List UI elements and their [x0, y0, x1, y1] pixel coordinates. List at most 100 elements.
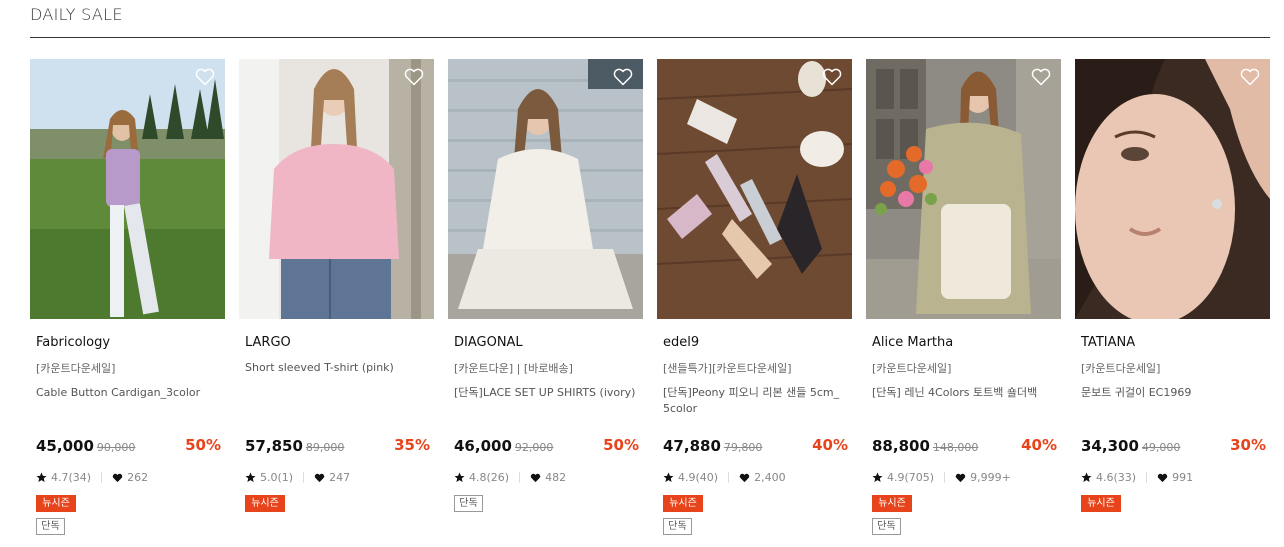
sale-price: 88,800 [872, 437, 930, 455]
original-price: 92,000 [514, 441, 554, 454]
wishlist-heart-icon[interactable] [1240, 68, 1260, 86]
product-brand[interactable]: LARGO [245, 335, 291, 350]
star-icon [245, 472, 256, 482]
badge-group: 뉴시즌 단독 [36, 495, 76, 541]
product-name[interactable]: 문보트 귀걸이 EC1969 [1081, 385, 1267, 401]
stats-divider [944, 472, 946, 483]
rating-value: 4.8(26) [469, 471, 510, 484]
product-list: Fabricology [카운트다운세일] Cable Button Cardi… [30, 59, 1284, 547]
star-icon [454, 472, 465, 482]
product-photo [1075, 59, 1270, 319]
product-brand[interactable]: Alice Martha [872, 335, 953, 350]
like-count: 247 [329, 471, 351, 484]
product-image[interactable] [239, 59, 434, 319]
product-name[interactable]: [단독] 레닌 4Colors 토트백 숄더백 [872, 385, 1058, 401]
product-photo [30, 59, 225, 319]
product-tagline: [카운트다운세일] [1081, 362, 1161, 375]
product-card[interactable]: Alice Martha [카운트다운세일] [단독] 레닌 4Colors 토… [866, 59, 1061, 547]
like-count: 482 [545, 471, 567, 484]
discount-rate: 30% [1230, 436, 1266, 454]
product-image[interactable] [866, 59, 1061, 319]
star-icon [663, 472, 674, 482]
product-brand[interactable]: DIAGONAL [454, 335, 523, 350]
original-price: 79,800 [723, 441, 763, 454]
new-season-badge: 뉴시즌 [245, 495, 285, 512]
price-row: 45,000 90,000 50% [36, 436, 221, 456]
heart-filled-icon [112, 473, 123, 482]
new-season-badge: 뉴시즌 [872, 495, 912, 512]
stats-divider [1146, 472, 1148, 483]
rating-value: 4.6(33) [1096, 471, 1137, 484]
wishlist-heart-icon[interactable] [404, 68, 424, 86]
like-count: 991 [1172, 471, 1194, 484]
heart-filled-icon [955, 473, 966, 482]
wishlist-heart-icon[interactable] [822, 68, 842, 86]
star-icon [1081, 472, 1092, 482]
price-row: 88,800 148,000 40% [872, 436, 1057, 456]
sale-price: 57,850 [245, 437, 303, 455]
discount-rate: 35% [394, 436, 430, 454]
original-price: 89,000 [305, 441, 345, 454]
star-icon [36, 472, 47, 482]
rating-value: 4.9(40) [678, 471, 719, 484]
product-photo [866, 59, 1061, 319]
product-stats: 5.0(1) 247 [245, 471, 350, 484]
new-season-badge: 뉴시즌 [663, 495, 703, 512]
star-icon [872, 472, 883, 482]
wishlist-heart-icon[interactable] [613, 68, 633, 86]
product-stats: 4.7(34) 262 [36, 471, 148, 484]
original-price: 90,000 [96, 441, 136, 454]
discount-rate: 50% [603, 436, 639, 454]
wishlist-heart-icon[interactable] [1031, 68, 1051, 86]
badge-group: 뉴시즌 단독 [872, 495, 912, 541]
product-card[interactable]: TATIANA [카운트다운세일] 문보트 귀걸이 EC1969 34,300 4… [1075, 59, 1270, 547]
badge-group: 뉴시즌 단독 [663, 495, 703, 541]
sale-price: 46,000 [454, 437, 512, 455]
product-name[interactable]: Cable Button Cardigan_3color [36, 385, 222, 401]
product-name[interactable]: [단독]Peony 피오니 리본 샌들 5cm_ 5color [663, 385, 849, 417]
product-tagline: [카운트다운세일] [36, 362, 116, 375]
stats-divider [728, 472, 730, 483]
heart-filled-icon [1157, 473, 1168, 482]
heart-filled-icon [739, 473, 750, 482]
discount-rate: 40% [1021, 436, 1057, 454]
product-image[interactable] [30, 59, 225, 319]
stats-divider [101, 472, 103, 483]
product-image[interactable] [1075, 59, 1270, 319]
product-photo [239, 59, 434, 319]
price-row: 47,880 79,800 40% [663, 436, 848, 456]
original-price: 148,000 [932, 441, 979, 454]
sale-price: 47,880 [663, 437, 721, 455]
sale-price: 45,000 [36, 437, 94, 455]
product-brand[interactable]: Fabricology [36, 335, 110, 350]
price-row: 34,300 49,000 30% [1081, 436, 1266, 456]
product-stats: 4.8(26) 482 [454, 471, 566, 484]
product-tagline: [카운트다운] | [바로배송] [454, 362, 573, 375]
product-brand[interactable]: TATIANA [1081, 335, 1135, 350]
stats-divider [303, 472, 305, 483]
section-header: DAILY SALE [30, 0, 1270, 38]
new-season-badge: 뉴시즌 [36, 495, 76, 512]
wishlist-heart-icon[interactable] [195, 68, 215, 86]
rating-value: 5.0(1) [260, 471, 294, 484]
new-season-badge: 뉴시즌 [1081, 495, 1121, 512]
product-brand[interactable]: edel9 [663, 335, 699, 350]
product-stats: 4.9(40) 2,400 [663, 471, 786, 484]
product-name[interactable]: Short sleeved T-shirt (pink) [245, 360, 431, 376]
exclusive-badge: 단독 [36, 518, 65, 535]
discount-rate: 50% [185, 436, 221, 454]
like-count: 9,999+ [970, 471, 1011, 484]
product-card[interactable]: DIAGONAL [카운트다운] | [바로배송] [단독]LACE SET U… [448, 59, 643, 547]
like-count: 2,400 [754, 471, 786, 484]
price-row: 46,000 92,000 50% [454, 436, 639, 456]
product-photo [657, 59, 852, 319]
product-card[interactable]: edel9 [샌들특가][카운트다운세일] [단독]Peony 피오니 리본 샌… [657, 59, 852, 547]
product-name[interactable]: [단독]LACE SET UP SHIRTS (ivory) [454, 385, 640, 401]
discount-rate: 40% [812, 436, 848, 454]
product-card[interactable]: LARGO Short sleeved T-shirt (pink) 57,85… [239, 59, 434, 547]
product-tagline: [카운트다운세일] [872, 362, 952, 375]
product-image[interactable] [657, 59, 852, 319]
product-tagline: [샌들특가][카운트다운세일] [663, 362, 792, 375]
product-image[interactable] [448, 59, 643, 319]
product-card[interactable]: Fabricology [카운트다운세일] Cable Button Cardi… [30, 59, 225, 547]
